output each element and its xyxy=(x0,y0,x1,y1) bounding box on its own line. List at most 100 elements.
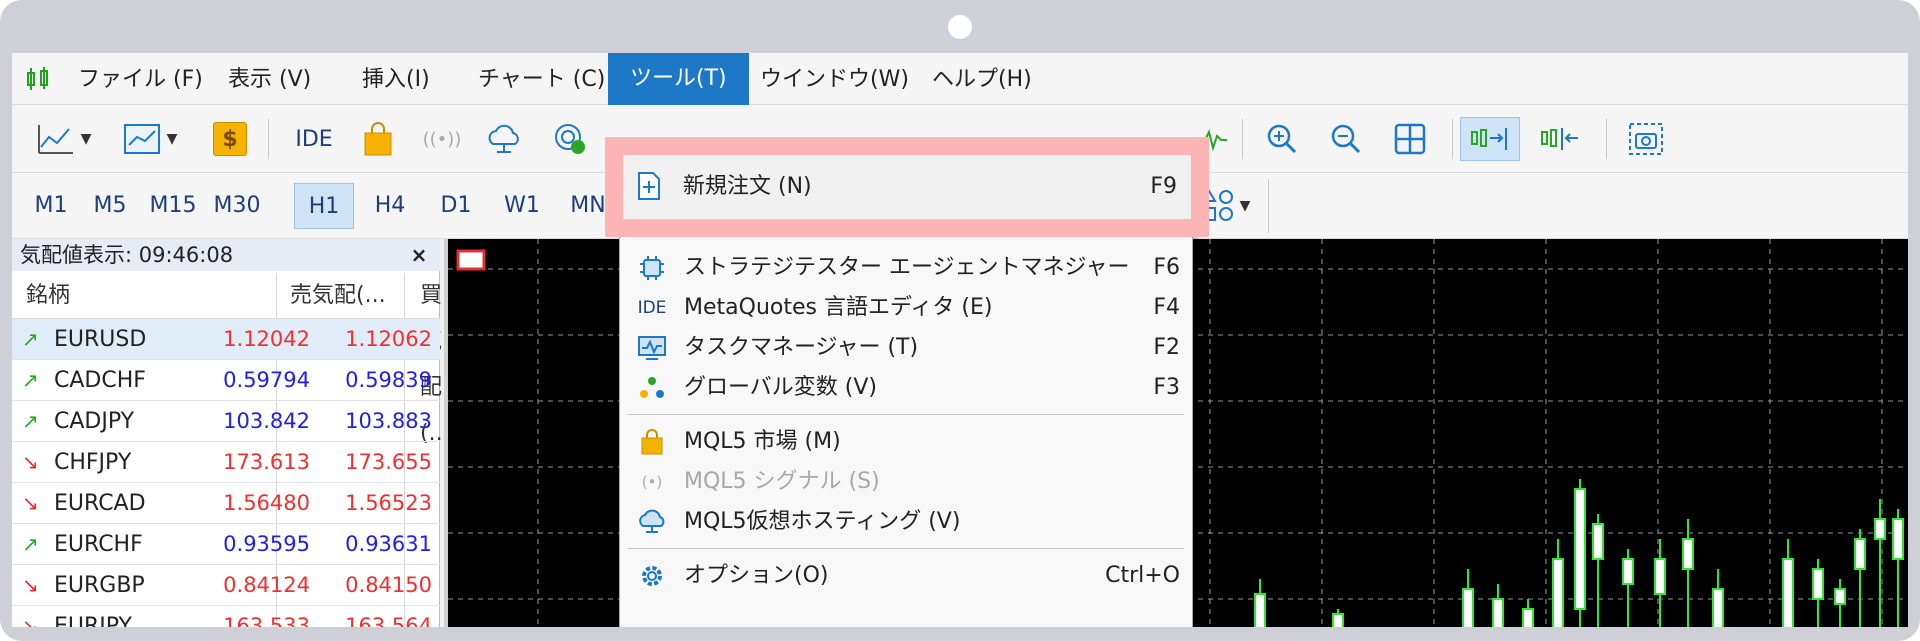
menu-item-shortcut: F6 xyxy=(1153,255,1180,280)
grid-icon xyxy=(1394,123,1426,155)
menu-item-label: グローバル変数 (V) xyxy=(684,375,877,400)
candle-body xyxy=(1254,593,1266,627)
new-order-icon xyxy=(635,171,667,203)
ask-cell: 0.84150 xyxy=(345,573,432,597)
screenshot-button[interactable] xyxy=(1622,117,1670,161)
symbol-cell: EURUSD xyxy=(54,327,147,352)
candle-body xyxy=(1592,523,1604,560)
signals-button[interactable]: ((•)) xyxy=(418,117,466,161)
timeframe-w1[interactable]: W1 xyxy=(494,183,550,229)
menu-item-mql5-market[interactable]: MQL5 市場 (M) xyxy=(620,422,1192,462)
monitor-icon xyxy=(636,332,668,364)
trade-button[interactable]: $ xyxy=(208,117,252,161)
arrow-down-icon: ↘ xyxy=(22,573,39,597)
menu-window[interactable]: ウインドウ(W) xyxy=(760,65,909,95)
arrow-down-icon: ↘ xyxy=(22,450,39,474)
chevron-down-icon: ▼ xyxy=(1239,198,1251,214)
candle-body xyxy=(1622,558,1634,585)
hosting-button[interactable] xyxy=(480,117,528,161)
timeframe-m1[interactable]: M1 xyxy=(24,183,78,229)
auto-scroll-button[interactable] xyxy=(1460,117,1520,161)
menu-separator xyxy=(628,548,1184,549)
market-watch-title: 気配値表示: 09:46:08 xyxy=(12,239,440,271)
menu-item-shortcut: F2 xyxy=(1153,335,1180,360)
toolbar-separator xyxy=(1606,119,1607,159)
menu-item-virtual-hosting[interactable]: MQL5仮想ホスティング (V) xyxy=(620,502,1192,542)
ide-button[interactable]: IDE xyxy=(284,117,344,161)
candle-body xyxy=(1332,613,1344,627)
candle-body xyxy=(1892,518,1904,560)
table-row[interactable]: ↗ CADJPY 103.842 103.883 xyxy=(12,401,440,442)
market-watch-panel: 気配値表示: 09:46:08 × 銘柄 売気配(... 買気配(... ↗ EU… xyxy=(12,239,450,627)
ask-cell: 173.655 xyxy=(345,450,432,474)
menu-item-label: MQL5 シグナル (S) xyxy=(684,469,880,494)
menu-insert[interactable]: 挿入(I) xyxy=(362,65,430,95)
menu-item-shortcut: F3 xyxy=(1153,375,1180,400)
zoom-out-button[interactable] xyxy=(1322,117,1370,161)
chart-type-button[interactable]: ▼ xyxy=(30,117,98,161)
tile-windows-button[interactable] xyxy=(1386,117,1434,161)
menu-item-task-manager[interactable]: タスクマネージャー (T) F2 xyxy=(620,328,1192,368)
zoom-out-icon xyxy=(1331,124,1361,154)
candle-body xyxy=(1462,588,1474,627)
bid-cell: 0.84124 xyxy=(223,573,310,597)
menu-item-label: 新規注文 (N) xyxy=(683,174,812,199)
timeframe-m5[interactable]: M5 xyxy=(82,183,138,229)
menubar: ファイル (F) 表示 (V) 挿入(I) チャート (C) ツール(T) ウイ… xyxy=(12,53,1908,105)
toolbar-separator xyxy=(268,119,269,159)
community-button[interactable] xyxy=(546,117,594,161)
menu-item-label: ストラテジテスター エージェントマネジャー xyxy=(684,255,1130,280)
table-row[interactable]: ↗ EURUSD 1.12042 1.12062 xyxy=(12,319,440,360)
ask-cell: 163.564 xyxy=(345,614,432,627)
arrow-down-icon: ↘ xyxy=(22,491,39,515)
candle-body xyxy=(1522,608,1534,627)
signal-icon: (•) xyxy=(636,466,668,498)
candle-body xyxy=(1682,538,1694,570)
table-row[interactable]: ↘ CHFJPY 173.613 173.655 xyxy=(12,442,440,483)
candle-body xyxy=(1552,558,1564,627)
menu-tools[interactable]: ツール(T) xyxy=(608,53,749,105)
menu-chart[interactable]: チャート (C) xyxy=(478,65,605,95)
timeframe-h4[interactable]: H4 xyxy=(362,183,418,229)
menu-view[interactable]: 表示 (V) xyxy=(228,65,311,95)
bid-cell: 103.842 xyxy=(223,409,310,433)
menu-item-shortcut: Ctrl+O xyxy=(1105,563,1180,588)
menu-help[interactable]: ヘルプ(H) xyxy=(932,65,1032,95)
column-bid[interactable]: 売気配(... xyxy=(290,273,386,319)
candle-body xyxy=(1854,538,1866,570)
arrow-down-icon: ↘ xyxy=(22,614,39,627)
zoom-in-icon xyxy=(1267,124,1297,154)
menu-item-global-variables[interactable]: グローバル変数 (V) F3 xyxy=(620,368,1192,408)
arrow-up-icon: ↗ xyxy=(22,368,39,392)
timeframe-m30[interactable]: M30 xyxy=(206,183,268,229)
symbol-cell: CADCHF xyxy=(54,368,146,393)
table-row[interactable]: ↘ EURCAD 1.56480 1.56523 xyxy=(12,483,440,524)
column-symbol[interactable]: 銘柄 xyxy=(26,273,70,319)
chart-shift-button[interactable] xyxy=(1530,117,1590,161)
table-row[interactable]: ↘ EURGBP 0.84124 0.84150 xyxy=(12,565,440,606)
cloud-icon xyxy=(636,506,668,538)
ask-cell: 1.12062 xyxy=(345,327,432,351)
ide-label: IDE xyxy=(295,126,333,152)
menu-item-options[interactable]: オプション(O) Ctrl+O xyxy=(620,556,1192,596)
menu-item-label: MQL5仮想ホスティング (V) xyxy=(684,509,961,534)
menu-file[interactable]: ファイル (F) xyxy=(78,65,203,95)
indicators-button[interactable]: ▼ xyxy=(116,117,184,161)
timeframe-d1[interactable]: D1 xyxy=(428,183,484,229)
market-button[interactable] xyxy=(354,117,402,161)
market-watch-header: 銘柄 売気配(... 買気配(... xyxy=(12,273,450,446)
zoom-in-button[interactable] xyxy=(1258,117,1306,161)
close-icon[interactable]: × xyxy=(407,239,431,271)
menu-item-strategy-tester[interactable]: ストラテジテスター エージェントマネジャー F6 xyxy=(620,248,1192,288)
table-row[interactable]: ↗ EURCHF 0.93595 0.93631 xyxy=(12,524,440,565)
table-row[interactable]: ↘ EURJPY 163.533 163.564 xyxy=(12,606,440,627)
timeframe-h1[interactable]: H1 xyxy=(294,183,354,229)
candle-body xyxy=(1834,588,1846,605)
menu-item-new-order[interactable]: 新規注文 (N) F9 xyxy=(623,155,1191,219)
gear-icon xyxy=(636,560,668,592)
candle-body xyxy=(1812,568,1824,600)
table-row[interactable]: ↗ CADCHF 0.59794 0.59839 xyxy=(12,360,440,401)
timeframe-m15[interactable]: M15 xyxy=(142,183,204,229)
menu-item-metaeditor[interactable]: IDE MetaQuotes 言語エディタ (E) F4 xyxy=(620,288,1192,328)
menu-item-label: タスクマネージャー (T) xyxy=(684,335,919,360)
